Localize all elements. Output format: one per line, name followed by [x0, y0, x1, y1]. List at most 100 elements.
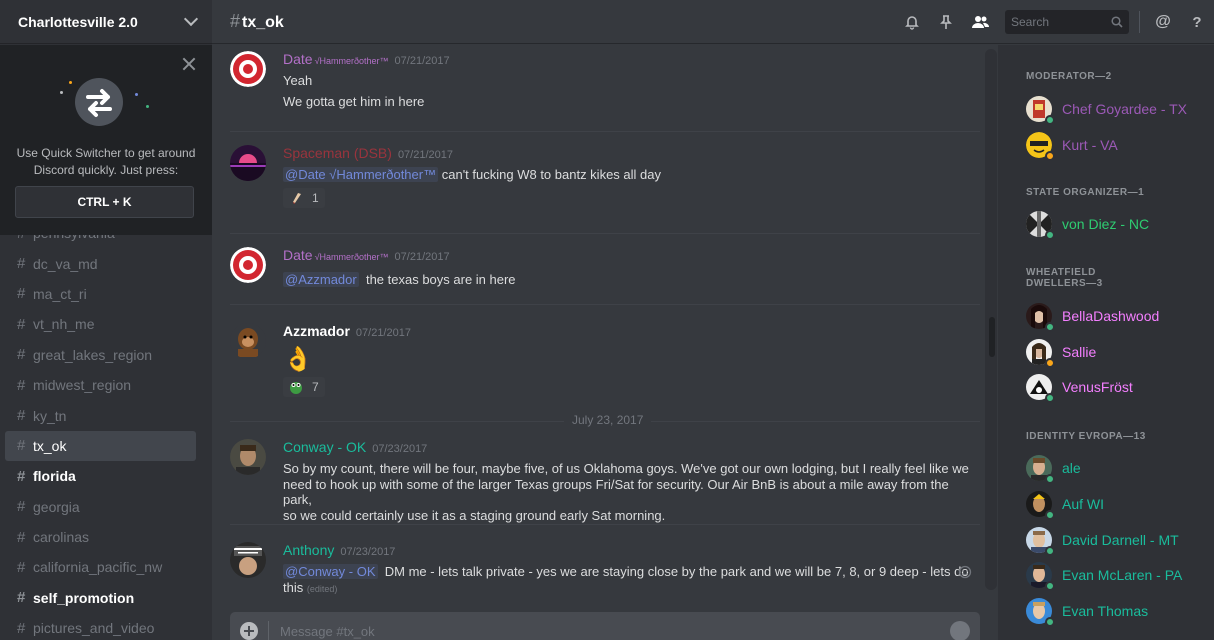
shortcut-key-button[interactable]: CTRL + K	[15, 186, 194, 218]
close-icon[interactable]	[182, 57, 196, 71]
channel-tx-ok[interactable]: # tx_ok	[5, 430, 196, 462]
channel-vt-nh-me[interactable]: # vt_nh_me	[5, 309, 196, 339]
hash-icon: #	[17, 255, 26, 273]
channel-dc-va-md[interactable]: # dc_va_md	[5, 248, 196, 278]
message-list: Date √Hammerðother™ 07/21/2017 Yeah We g…	[212, 45, 998, 597]
message-input[interactable]	[280, 621, 880, 640]
channel-label: tx_ok	[33, 437, 67, 454]
search-placeholder: Search	[1011, 15, 1050, 29]
add-reaction-icon[interactable]	[958, 565, 972, 579]
members-icon[interactable]	[963, 0, 997, 44]
reaction-button[interactable]: 7	[283, 377, 325, 397]
status-online-indicator	[1045, 510, 1055, 520]
reaction-count: 1	[312, 190, 319, 205]
username[interactable]: Date	[283, 247, 313, 263]
sparkle-icon	[135, 93, 138, 96]
avatar[interactable]	[230, 439, 266, 475]
status-idle-indicator	[1045, 151, 1055, 161]
channel-ma-ct-ri[interactable]: # ma_ct_ri	[5, 279, 196, 309]
avatar[interactable]	[230, 247, 266, 283]
date-divider: July 23, 2017	[230, 413, 980, 427]
channel-sidebar: Charlottesville 2.0 #pennsylvania #dc_va…	[0, 0, 212, 640]
message-divider	[230, 304, 980, 305]
avatar	[1026, 339, 1055, 368]
scrollbar-thumb[interactable]	[989, 317, 995, 357]
status-idle-indicator	[1045, 358, 1055, 368]
member-item[interactable]: ale	[1026, 452, 1081, 484]
member-name: ale	[1062, 460, 1081, 476]
timestamp: 07/21/2017	[394, 55, 450, 67]
status-online-indicator	[1045, 230, 1055, 240]
channel-ky-tn[interactable]: # ky_tn	[5, 400, 196, 430]
status-online-indicator	[1045, 322, 1055, 332]
message-text: need to hook up with some of the larger …	[283, 476, 949, 508]
channel-california-pacific-nw[interactable]: # california_pacific_nw	[5, 552, 196, 582]
message-text: So by my count, there will be four, mayb…	[283, 461, 969, 476]
message-group: Date √Hammerðother™ 07/21/2017 @Azzmador…	[230, 247, 980, 288]
status-online-indicator	[1045, 393, 1055, 403]
member-item[interactable]: Auf WI	[1026, 488, 1104, 520]
member-item[interactable]: VenusFröst	[1026, 371, 1133, 403]
username[interactable]: Date	[283, 51, 313, 67]
channel-label: ky_tn	[33, 407, 67, 424]
pin-icon[interactable]	[929, 0, 963, 44]
channel-florida[interactable]: # florida	[5, 461, 196, 491]
member-item[interactable]: Evan Thomas	[1026, 595, 1148, 627]
message-divider	[230, 131, 980, 132]
member-item[interactable]: von Diez - NC	[1026, 208, 1149, 240]
member-group-header: MODERATOR—2	[1026, 71, 1112, 82]
username[interactable]: Anthony	[283, 542, 334, 558]
guild-header[interactable]: Charlottesville 2.0	[0, 0, 212, 44]
search-icon	[1111, 16, 1123, 28]
user-mention[interactable]: @Azzmador	[283, 272, 359, 287]
hash-icon: #	[17, 589, 26, 607]
username[interactable]: Azzmador	[283, 323, 350, 339]
reaction-button[interactable]: 1	[283, 187, 325, 208]
channel-pictures-and-video[interactable]: # pictures_and_video	[5, 613, 196, 640]
channel-label: self_promotion	[33, 589, 135, 606]
sparkle-icon	[146, 105, 149, 108]
message-text: Yeah	[283, 73, 313, 88]
avatar[interactable]	[230, 542, 266, 578]
avatar[interactable]	[230, 145, 266, 181]
mention-icon[interactable]: @	[1146, 0, 1180, 44]
upload-plus-icon[interactable]	[240, 622, 258, 640]
member-item[interactable]: BellaDashwood	[1026, 300, 1159, 332]
member-name: Kurt - VA	[1062, 137, 1118, 153]
message-text: @Date √Hammerðother™ can't fucking W8 to…	[283, 167, 980, 183]
avatar[interactable]	[230, 51, 266, 87]
help-icon[interactable]: ?	[1180, 0, 1214, 44]
timestamp: 07/23/2017	[372, 443, 428, 455]
emoji-picker-icon[interactable]	[950, 621, 970, 640]
channel-label: vt_nh_me	[33, 316, 95, 333]
member-item[interactable]: Evan McLaren - PA	[1026, 559, 1182, 591]
search-input[interactable]: Search	[1005, 10, 1129, 34]
channel-georgia[interactable]: # georgia	[5, 492, 196, 522]
channel-carolinas[interactable]: # carolinas	[5, 522, 196, 552]
member-item[interactable]: Kurt - VA	[1026, 129, 1118, 161]
channel-label: ma_ct_ri	[33, 285, 87, 302]
message-text: @Azzmador the texas boys are in here	[283, 272, 980, 288]
channel-great-lakes-region[interactable]: # great_lakes_region	[5, 340, 196, 370]
channel-midwest-region[interactable]: # midwest_region	[5, 370, 196, 400]
message-text: this (edited)	[283, 580, 980, 598]
channel-header: # tx_ok Search @ ?	[212, 0, 1214, 44]
username[interactable]: Spaceman (DSB)	[283, 145, 392, 161]
member-item[interactable]: Sallie	[1026, 336, 1096, 368]
channel-label: carolinas	[33, 529, 90, 546]
status-online-indicator	[1045, 474, 1055, 484]
user-mention[interactable]: @Date √Hammerðother™	[283, 167, 439, 182]
member-item[interactable]: David Darnell - MT	[1026, 524, 1179, 556]
message-divider	[230, 524, 980, 525]
bell-icon[interactable]	[895, 0, 929, 44]
user-mention[interactable]: @Conway - OK	[283, 564, 378, 579]
channel-self-promotion[interactable]: # self_promotion	[5, 583, 196, 613]
hash-icon: #	[17, 407, 26, 425]
chevron-down-icon	[183, 11, 199, 27]
hash-icon: #	[17, 498, 26, 516]
member-item[interactable]: Chef Goyardee - TX	[1026, 93, 1187, 125]
channel-label: georgia	[33, 498, 80, 515]
channel-label: great_lakes_region	[33, 346, 153, 363]
avatar[interactable]	[230, 323, 266, 359]
username[interactable]: Conway - OK	[283, 439, 366, 455]
